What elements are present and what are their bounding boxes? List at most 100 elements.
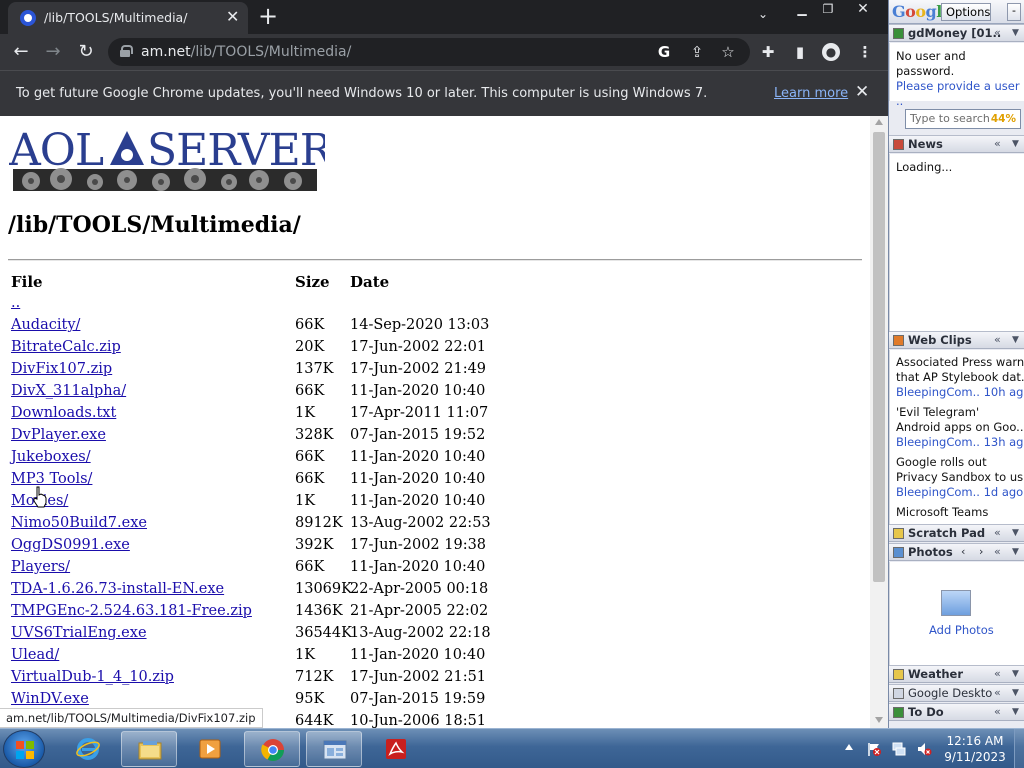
scroll-up-arrow-icon[interactable] xyxy=(875,119,883,125)
taskbar-media-player[interactable] xyxy=(182,731,238,767)
todo-panel-header[interactable]: To Do « ▼ xyxy=(889,703,1024,721)
panel-menu-icon[interactable]: ▼ xyxy=(1012,332,1019,348)
action-center-flag-icon[interactable] xyxy=(866,741,882,757)
file-link[interactable]: Audacity/ xyxy=(11,314,80,336)
collapse-chevron-icon[interactable]: « xyxy=(994,25,1001,41)
window-close-icon[interactable]: ✕ xyxy=(846,0,880,20)
taskbar-file-explorer[interactable] xyxy=(121,731,177,767)
file-link[interactable]: DivFix107.zip xyxy=(11,358,112,380)
scrollbar-thumb[interactable] xyxy=(873,132,885,582)
show-desktop-button[interactable] xyxy=(1014,729,1024,768)
file-link[interactable]: Nimo50Build7.exe xyxy=(11,512,147,534)
share-icon[interactable]: ⇪ xyxy=(688,43,706,61)
file-size: 36544K xyxy=(295,625,352,641)
panel-menu-icon[interactable]: ▼ xyxy=(1012,136,1019,152)
tab-close-icon[interactable]: ✕ xyxy=(226,7,239,27)
collapse-chevron-icon[interactable]: « xyxy=(994,666,1001,682)
table-row: WinDV.exe 95K 07-Jan-2015 19:59 xyxy=(0,688,870,710)
file-link[interactable]: VirtualDub-1_4_10.zip xyxy=(11,666,174,688)
photos-next-icon[interactable]: › xyxy=(979,544,983,560)
reload-icon[interactable]: ↻ xyxy=(75,41,97,63)
tab-search-chevron-icon[interactable]: ⌄ xyxy=(758,7,768,21)
panel-menu-icon[interactable]: ▼ xyxy=(1012,685,1019,701)
photo-placeholder-icon[interactable] xyxy=(941,590,971,616)
file-link[interactable]: TMPGEnc-2.524.63.181-Free.zip xyxy=(11,600,252,622)
collapse-chevron-icon[interactable]: « xyxy=(994,685,1001,701)
photos-panel-header[interactable]: Photos ‹ › « ▼ xyxy=(889,543,1024,561)
panel-menu-icon[interactable]: ▼ xyxy=(1012,25,1019,41)
address-bar[interactable]: am.net/lib/TOOLS/Multimedia/ G ⇪ ☆ xyxy=(108,38,750,66)
webclip-item[interactable]: Associated Press warns that AP Stylebook… xyxy=(896,355,1024,400)
taskbar-internet-explorer[interactable] xyxy=(60,731,116,767)
infobar-close-icon[interactable]: ✕ xyxy=(855,82,869,102)
parent-directory-link[interactable]: .. xyxy=(11,292,20,314)
google-lens-icon[interactable]: G xyxy=(655,43,673,61)
file-link[interactable]: Ulead/ xyxy=(11,644,59,666)
page-scrollbar[interactable] xyxy=(870,116,888,728)
collapse-chevron-icon[interactable]: « xyxy=(994,544,1001,560)
volume-muted-icon[interactable] xyxy=(916,741,932,757)
collapse-chevron-icon[interactable]: « xyxy=(994,136,1001,152)
clock-time: 12:16 AM xyxy=(946,734,1004,748)
scratchpad-panel-header[interactable]: Scratch Pad « ▼ xyxy=(889,524,1024,542)
window-restore-icon[interactable]: ❐ xyxy=(816,0,840,20)
file-link[interactable]: Players/ xyxy=(11,556,70,578)
kebab-menu-icon[interactable]: ⋮ xyxy=(856,43,874,61)
collapse-chevron-icon[interactable]: « xyxy=(994,332,1001,348)
show-hidden-icons-arrow-icon[interactable] xyxy=(845,744,853,750)
news-panel-header[interactable]: News « ▼ xyxy=(889,135,1024,153)
panel-menu-icon[interactable]: ▼ xyxy=(1012,666,1019,682)
window-minimize-icon[interactable]: ▁ xyxy=(790,0,814,20)
weather-panel-header[interactable]: Weather « ▼ xyxy=(889,665,1024,683)
gdmoney-provide-user-link[interactable]: Please provide a user .. xyxy=(896,79,1024,109)
file-link[interactable]: MP3 Tools/ xyxy=(11,468,92,490)
file-date: 07-Jan-2015 19:59 xyxy=(350,691,486,707)
address-url[interactable]: am.net/lib/TOOLS/Multimedia/ xyxy=(141,44,351,60)
file-link[interactable]: OggDS0991.exe xyxy=(11,534,130,556)
webclip-item[interactable]: Google rolls out Privacy Sandbox to us..… xyxy=(896,455,1024,500)
webclips-panel-header[interactable]: Web Clips « ▼ xyxy=(889,331,1024,349)
todo-title: To Do xyxy=(908,705,944,719)
file-link[interactable]: Downloads.txt xyxy=(11,402,116,424)
extensions-puzzle-icon[interactable]: ✚ xyxy=(759,43,777,61)
panel-menu-icon[interactable]: ▼ xyxy=(1012,704,1019,720)
network-icon[interactable] xyxy=(891,741,907,757)
collapse-chevron-icon[interactable]: « xyxy=(994,525,1001,541)
photos-prev-icon[interactable]: ‹ xyxy=(961,544,965,560)
taskbar-google-chrome[interactable] xyxy=(244,731,300,767)
sidebar-minimize-button[interactable]: - xyxy=(1007,3,1021,21)
sidebar-search-input[interactable]: Type to search 44% xyxy=(905,109,1021,129)
panel-menu-icon[interactable]: ▼ xyxy=(1012,544,1019,560)
file-link[interactable]: DivX_311alpha/ xyxy=(11,380,126,402)
back-arrow-icon[interactable]: ← xyxy=(10,41,32,63)
lock-icon[interactable] xyxy=(120,45,133,57)
news-loading-text: Loading... xyxy=(896,160,953,174)
collapse-chevron-icon[interactable]: « xyxy=(994,704,1001,720)
scroll-down-arrow-icon[interactable] xyxy=(875,717,883,723)
file-link[interactable]: WinDV.exe xyxy=(11,688,89,710)
gdmoney-panel-header[interactable]: gdMoney [01.. « ▼ xyxy=(889,24,1024,42)
tab-active[interactable]: /lib/TOOLS/Multimedia/ ✕ xyxy=(8,2,248,34)
panel-menu-icon[interactable]: ▼ xyxy=(1012,525,1019,541)
taskbar-clock[interactable]: 12:16 AM 9/11/2023 xyxy=(940,733,1010,765)
webclip-item[interactable]: 'Evil Telegram' Android apps on Goo.. Bl… xyxy=(896,405,1024,450)
side-panel-icon[interactable]: ▮ xyxy=(791,43,809,61)
options-button[interactable]: Options ▾ xyxy=(941,3,991,35)
file-link[interactable]: BitrateCalc.zip xyxy=(11,336,121,358)
taskbar-pdf-reader[interactable] xyxy=(368,731,424,767)
webclip-item[interactable]: Microsoft Teams xyxy=(896,505,1024,520)
new-tab-plus-icon[interactable]: + xyxy=(258,3,278,29)
profile-avatar-icon[interactable]: ● xyxy=(822,43,840,61)
add-photos-link[interactable]: Add Photos xyxy=(929,623,994,637)
file-link[interactable]: DvPlayer.exe xyxy=(11,424,106,446)
google-desktop-panel-header[interactable]: Google Desktop « ▼ xyxy=(889,684,1024,702)
start-button[interactable] xyxy=(3,730,45,768)
file-link[interactable]: UVS6TrialEng.exe xyxy=(11,622,147,644)
bookmark-star-icon[interactable]: ☆ xyxy=(719,43,737,61)
webclip-age: 13h ago xyxy=(983,435,1024,449)
forward-arrow-icon[interactable]: → xyxy=(42,41,64,63)
taskbar-network-app[interactable] xyxy=(306,731,362,767)
file-link[interactable]: TDA-1.6.26.73-install-EN.exe xyxy=(11,578,224,600)
learn-more-link[interactable]: Learn more xyxy=(774,86,848,101)
file-link[interactable]: Jukeboxes/ xyxy=(11,446,91,468)
